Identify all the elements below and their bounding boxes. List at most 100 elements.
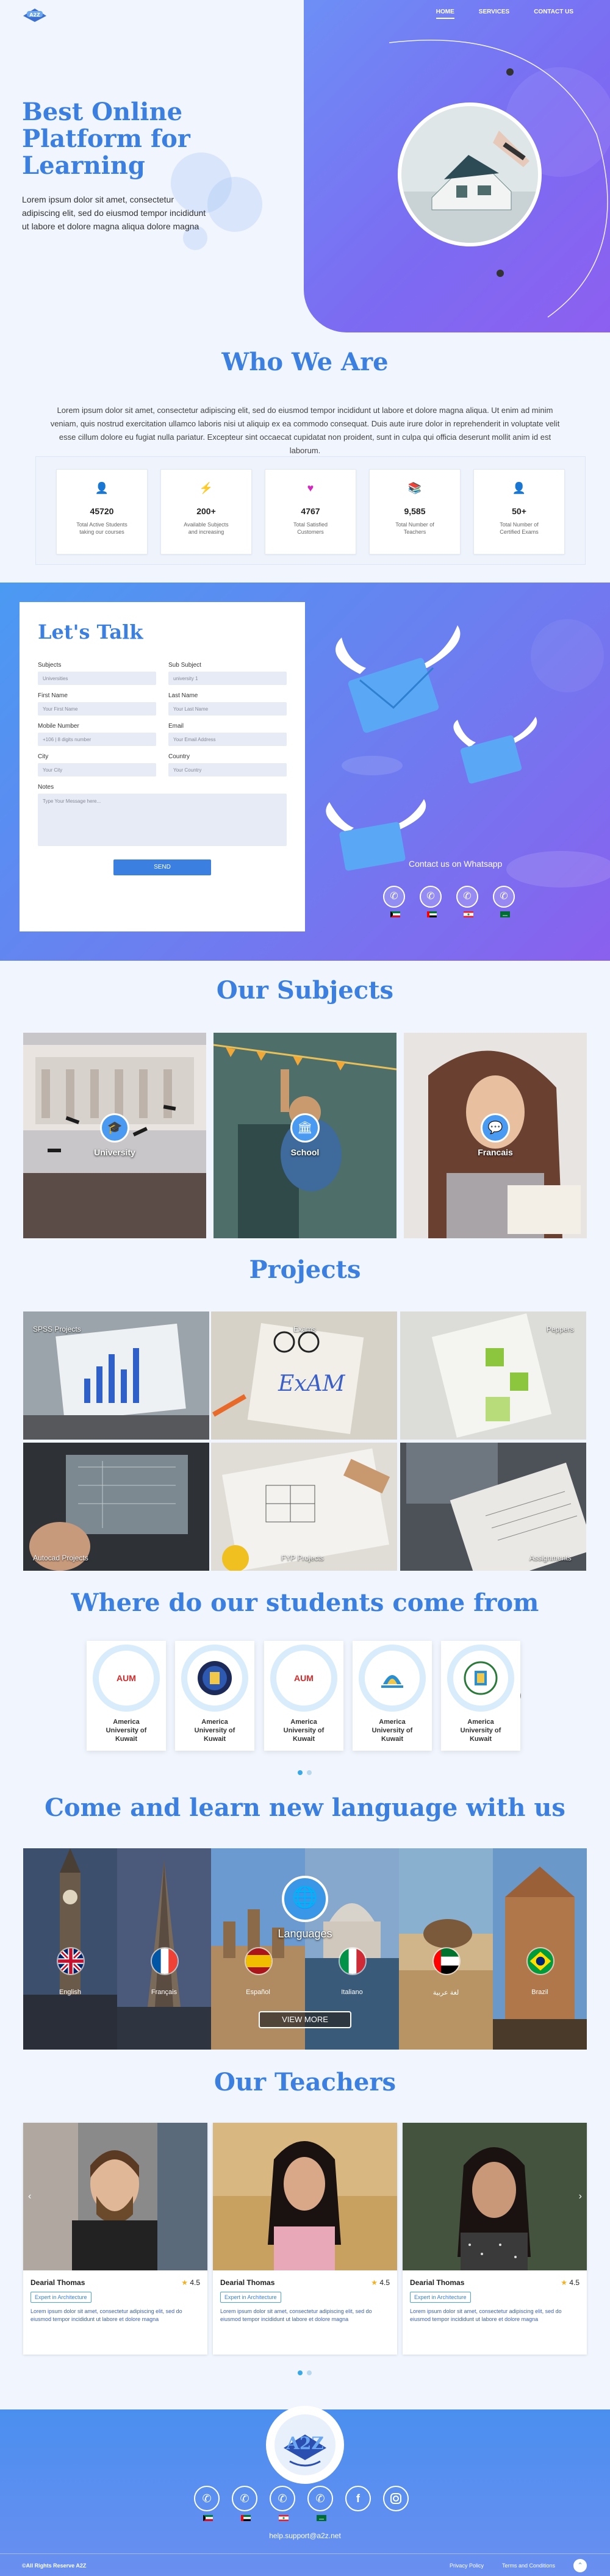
- stat-label: Available Subjects and increasing: [184, 522, 229, 535]
- instagram-icon[interactable]: [383, 2486, 409, 2511]
- whatsapp-list: ✆ ✆ ✆ ✆: [383, 886, 515, 917]
- whatsapp-icon: ✆: [500, 891, 508, 902]
- nav-contact[interactable]: CONTACT US: [534, 9, 573, 19]
- project-card-peppers[interactable]: Peppers: [400, 1311, 586, 1440]
- project-card-autocad[interactable]: Autocad Projects: [23, 1443, 209, 1571]
- last-name-field[interactable]: Your Last Name: [168, 702, 287, 716]
- teacher-photo: [23, 2123, 207, 2270]
- university-card[interactable]: America University of Kuwait: [175, 1641, 254, 1751]
- subjects-select[interactable]: Universities: [38, 672, 156, 685]
- france-flag-icon: [151, 1947, 179, 1975]
- send-button[interactable]: SEND: [113, 859, 211, 875]
- teacher-prev-arrow[interactable]: ‹: [28, 2191, 31, 2202]
- university-logo: [365, 1651, 420, 1706]
- terms-link[interactable]: Terms and Conditions: [502, 2563, 555, 2569]
- scroll-top-icon[interactable]: ⌃: [573, 2559, 587, 2572]
- first-name-field[interactable]: Your First Name: [38, 702, 156, 716]
- mobile-field[interactable]: +106 | 8 digits number: [38, 733, 156, 746]
- project-card-assignments[interactable]: Assignments: [400, 1443, 586, 1571]
- whatsapp-lebanon-button[interactable]: ✆: [456, 886, 478, 917]
- stat-card: ⚡ 200+ Available Subjects and increasing: [160, 469, 252, 554]
- contact-form: Let's Talk Subjects Universities Sub Subj…: [20, 602, 305, 931]
- university-card[interactable]: AUM America University of Kuwait: [87, 1641, 166, 1751]
- footer-whatsapp-uae[interactable]: ✆: [232, 2486, 257, 2521]
- subject-card-francais[interactable]: 💬 Francais: [404, 1033, 587, 1238]
- university-name: America University of Kuwait: [283, 1718, 325, 1743]
- university-logo: [187, 1651, 242, 1706]
- carousel-dot[interactable]: [307, 1770, 312, 1775]
- carousel-dot-active[interactable]: [298, 1770, 303, 1775]
- university-card[interactable]: America University of Kuwait: [441, 1641, 520, 1751]
- rating-value: 4.5: [569, 2278, 580, 2287]
- footer-whatsapp-ksa[interactable]: ✆: [307, 2486, 333, 2521]
- facebook-icon[interactable]: f: [345, 2486, 371, 2511]
- stat-label: Total Active Students taking our courses: [76, 522, 127, 535]
- teacher-rating: ★ 4.5: [371, 2278, 390, 2287]
- italy-flag-icon: [339, 1947, 367, 1975]
- teacher-card[interactable]: ‹ Dearial Thomas ★ 4.5 Expert in Archite…: [23, 2123, 207, 2355]
- carousel-dot-active[interactable]: [298, 2370, 303, 2375]
- teacher-tag: Expert in Architecture: [220, 2292, 281, 2303]
- nav-home[interactable]: HOME: [436, 9, 454, 19]
- subject-card-school[interactable]: 🏛 School: [214, 1033, 396, 1238]
- privacy-policy-link[interactable]: Privacy Policy: [450, 2563, 484, 2569]
- city-label: City: [38, 753, 49, 760]
- project-card-fyp[interactable]: FYP Projects: [211, 1443, 397, 1571]
- nav-services[interactable]: SERVICES: [479, 9, 509, 19]
- language-label: Français: [151, 1989, 178, 1996]
- stat-label: Total Number of Teachers: [395, 522, 434, 535]
- language-label: لغة عربية: [432, 1989, 459, 1997]
- chat-icon: 💬: [481, 1113, 510, 1143]
- subject-label: University: [94, 1147, 135, 1157]
- university-card[interactable]: America University of Kuwait: [353, 1641, 432, 1751]
- project-label: Assignments: [529, 1554, 572, 1562]
- university-name: America University of Kuwait: [106, 1718, 147, 1743]
- email-field[interactable]: Your Email Address: [168, 733, 287, 746]
- lebanon-flag-icon: [464, 911, 473, 917]
- language-label: English: [59, 1989, 82, 1996]
- project-label: FYP Projects: [281, 1554, 324, 1562]
- project-card-spss[interactable]: SPSS Projects: [23, 1311, 209, 1440]
- teacher-card[interactable]: Dearial Thomas ★ 4.5 Expert in Architect…: [213, 2123, 397, 2355]
- who-title: Who We Are: [221, 348, 389, 376]
- brand-logo[interactable]: A2Z: [21, 5, 49, 24]
- whatsapp-ksa-button[interactable]: ✆: [493, 886, 515, 917]
- star-icon: ★: [371, 2278, 378, 2287]
- logo-text: AUM: [294, 1673, 314, 1683]
- language-label: Español: [246, 1989, 270, 1996]
- language-english[interactable]: English: [23, 1848, 117, 2050]
- whatsapp-icon: ✆: [278, 2492, 287, 2505]
- view-more-button[interactable]: VIEW MORE: [259, 2011, 351, 2028]
- project-label: Peppers: [547, 1325, 574, 1333]
- teacher-photo: [403, 2123, 587, 2270]
- teacher-next-arrow[interactable]: ›: [579, 2191, 582, 2202]
- notes-field[interactable]: Type Your Message here...: [38, 794, 287, 846]
- teacher-tag: Expert in Architecture: [30, 2292, 92, 2303]
- country-field[interactable]: Your Country: [168, 763, 287, 777]
- footer-whatsapp-lebanon[interactable]: ✆: [270, 2486, 295, 2521]
- whatsapp-uae-button[interactable]: ✆: [420, 886, 442, 917]
- footer-logo[interactable]: A2Z: [266, 2406, 344, 2484]
- city-field[interactable]: Your City: [38, 763, 156, 777]
- whatsapp-icon: ✆: [202, 2492, 212, 2505]
- language-french[interactable]: Français: [117, 1848, 211, 2050]
- language-arabic[interactable]: لغة عربية: [399, 1848, 493, 2050]
- logo-text: AUM: [117, 1673, 136, 1683]
- project-card-exams[interactable]: ExAM Exams: [211, 1311, 397, 1440]
- notes-label: Notes: [38, 784, 54, 791]
- spain-flag-icon: [245, 1947, 273, 1975]
- school-icon: 🏛: [290, 1113, 320, 1143]
- subject-card-university[interactable]: 🎓 University: [23, 1033, 206, 1238]
- language-brazil[interactable]: Brazil: [493, 1848, 587, 2050]
- stat-number: 45720: [90, 506, 114, 516]
- support-email[interactable]: help.support@a2z.net: [0, 2531, 610, 2540]
- teacher-card[interactable]: › Dearial Thomas ★ 4.5 Expert in Archite…: [403, 2123, 587, 2355]
- top-nav: HOME SERVICES CONTACT US: [436, 9, 573, 19]
- footer-whatsapp-kuwait[interactable]: ✆: [194, 2486, 220, 2521]
- carousel-dot[interactable]: [307, 2370, 312, 2375]
- sub-subject-select[interactable]: university 1: [168, 672, 287, 685]
- whatsapp-icon: ✆: [426, 891, 435, 902]
- university-card[interactable]: AUM America University of Kuwait: [264, 1641, 343, 1751]
- whatsapp-kuwait-button[interactable]: ✆: [383, 886, 405, 917]
- rating-value: 4.5: [190, 2278, 200, 2287]
